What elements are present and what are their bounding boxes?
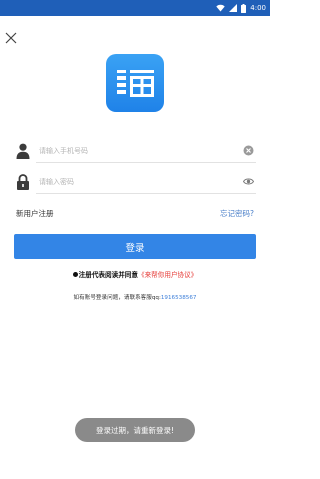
support-text: 如有账号登录问题，请联系客服qq:1916538567: [0, 293, 270, 301]
phone-input[interactable]: [39, 142, 229, 160]
status-time: 4:00: [250, 4, 266, 12]
app-logo-icon: [117, 70, 154, 97]
password-underline: [36, 193, 256, 194]
battery-icon: [241, 3, 247, 13]
phone-row: [14, 139, 256, 163]
password-input[interactable]: [39, 173, 229, 191]
register-link[interactable]: 新用户注册: [16, 208, 54, 219]
close-button[interactable]: [4, 30, 18, 44]
password-row: [14, 170, 256, 194]
support-qq-link[interactable]: 1916538567: [161, 295, 197, 301]
bullet-icon: [72, 271, 78, 277]
user-agreement-link[interactable]: 《来帮你用户协议》: [138, 271, 197, 279]
clear-icon[interactable]: [243, 145, 254, 156]
login-screen: 4:00 请输入手机号码 新用户注册 忘记密码? 登录 注册代表阅读并同意《来帮…: [0, 0, 270, 479]
cell-signal-icon: [229, 4, 238, 12]
agreement-text: 注册代表阅读并同意《来帮你用户协议》: [0, 269, 270, 279]
user-icon: [16, 143, 30, 159]
forgot-password-link[interactable]: 忘记密码?: [220, 208, 254, 219]
status-icons: 4:00: [216, 0, 266, 16]
login-button[interactable]: 登录: [14, 234, 256, 259]
toast-message: 登录过期，请重新登录!: [75, 418, 195, 442]
app-logo: [106, 54, 164, 112]
eye-icon[interactable]: [243, 176, 254, 187]
support-prefix: 如有账号登录问题，请联系客服qq:: [73, 295, 161, 301]
wifi-icon: [216, 4, 225, 12]
close-icon: [5, 32, 17, 44]
lock-icon: [17, 174, 29, 190]
agreement-prefix: 注册代表阅读并同意: [78, 271, 138, 279]
status-bar: 4:00: [0, 0, 270, 16]
phone-underline: [36, 162, 256, 163]
